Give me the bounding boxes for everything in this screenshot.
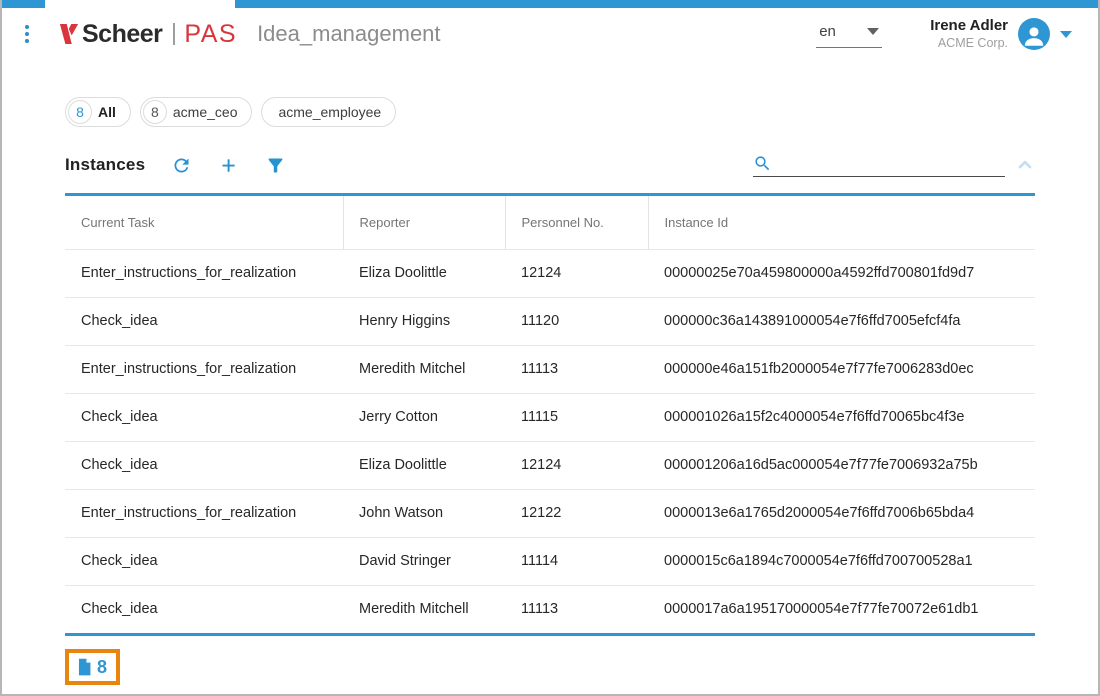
record-count-badge: 8 [65,649,120,685]
chip-acme-ceo[interactable]: 8 acme_ceo [140,97,253,127]
cell-instance-id: 0000015c6a1894c7000054e7f6ffd700700528a1 [648,537,1035,585]
language-value: en [819,23,836,40]
table-row[interactable]: Check_idea Henry Higgins 11120 000000c36… [65,297,1035,345]
app-window: Scheer PAS Idea_management en Irene Adle… [0,0,1100,696]
user-menu[interactable]: Irene Adler ACME Corp. [930,17,1072,51]
instances-table: Current Task Reporter Personnel No. Inst… [65,193,1035,636]
cell-reporter: Jerry Cotton [343,393,505,441]
chevron-down-icon[interactable] [1060,31,1072,38]
chevron-up-icon[interactable] [1015,155,1035,175]
chip-label: acme_ceo [173,104,238,120]
brand-name: Scheer [82,20,162,49]
chip-count-badge: 8 [68,100,92,124]
top-accent-stripe [2,0,1098,8]
kebab-menu-icon[interactable] [25,25,29,43]
cell-reporter: Meredith Mitchell [343,585,505,633]
cell-reporter: David Stringer [343,537,505,585]
cell-instance-id: 000001206a16d5ac000054e7f77fe7006932a75b [648,441,1035,489]
scheer-logo-mark-icon [59,23,79,45]
cell-reporter: Eliza Doolittle [343,249,505,297]
filter-chips-row: 8 All 8 acme_ceo acme_employee [65,97,1035,127]
cell-personnel-no: 11120 [505,297,648,345]
cell-instance-id: 0000013e6a1765d2000054e7f6ffd7006b65bda4 [648,489,1035,537]
chevron-down-icon [867,28,879,35]
cell-instance-id: 000000e46a151fb2000054e7f77fe7006283d0ec [648,345,1035,393]
cell-reporter: John Watson [343,489,505,537]
user-name: Irene Adler [930,17,1008,36]
cell-personnel-no: 11115 [505,393,648,441]
stripe-logo-notch [45,0,235,8]
cell-instance-id: 000000c36a143891000054e7f6ffd7005efcf4fa [648,297,1035,345]
cell-current-task: Check_idea [65,297,343,345]
instances-toolbar: Instances [65,145,1035,185]
app-header: Scheer PAS Idea_management en Irene Adle… [2,8,1098,60]
search-input[interactable] [778,156,1005,173]
column-header-reporter[interactable]: Reporter [343,196,505,249]
table-row[interactable]: Enter_instructions_for_realization Mered… [65,345,1035,393]
cell-personnel-no: 12124 [505,441,648,489]
column-header-current-task[interactable]: Current Task [65,196,343,249]
refresh-icon[interactable] [171,155,192,176]
language-select[interactable]: en [816,21,882,48]
brand-logo: Scheer PAS [59,20,237,49]
cell-instance-id: 0000017a6a195170000054e7f77fe70072e61db1 [648,585,1035,633]
cell-reporter: Meredith Mitchel [343,345,505,393]
cell-personnel-no: 11113 [505,345,648,393]
chip-all[interactable]: 8 All [65,97,131,127]
brand-divider [173,23,175,45]
cell-reporter: Henry Higgins [343,297,505,345]
cell-current-task: Enter_instructions_for_realization [65,345,343,393]
cell-personnel-no: 11114 [505,537,648,585]
cell-reporter: Eliza Doolittle [343,441,505,489]
chip-label: All [98,104,116,120]
table-header-row: Current Task Reporter Personnel No. Inst… [65,196,1035,249]
stripe-left [2,0,45,8]
section-title: Instances [65,155,145,175]
cell-current-task: Enter_instructions_for_realization [65,249,343,297]
table-row[interactable]: Check_idea David Stringer 11114 0000015c… [65,537,1035,585]
user-organization: ACME Corp. [930,36,1008,52]
cell-instance-id: 000001026a15f2c4000054e7f6ffd70065bc4f3e [648,393,1035,441]
record-count: 8 [97,657,107,678]
chip-count-badge: 8 [143,100,167,124]
search-icon [753,154,772,173]
column-header-personnel-no[interactable]: Personnel No. [505,196,648,249]
stripe-right [235,0,1098,8]
page-title: Idea_management [257,21,440,47]
cell-personnel-no: 12122 [505,489,648,537]
cell-current-task: Check_idea [65,537,343,585]
filter-icon[interactable] [265,155,286,176]
table-row[interactable]: Check_idea Jerry Cotton 11115 000001026a… [65,393,1035,441]
add-icon[interactable] [218,155,239,176]
table-row[interactable]: Enter_instructions_for_realization John … [65,489,1035,537]
column-header-instance-id[interactable]: Instance Id [648,196,1035,249]
table-row[interactable]: Check_idea Meredith Mitchell 11113 00000… [65,585,1035,633]
cell-personnel-no: 12124 [505,249,648,297]
cell-instance-id: 00000025e70a459800000a4592ffd700801fd9d7 [648,249,1035,297]
main-content: 8 All 8 acme_ceo acme_employee Instances [2,97,1098,685]
user-avatar-icon[interactable] [1018,18,1050,50]
search-field[interactable] [753,154,1005,177]
chip-label: acme_employee [278,104,381,120]
document-icon [75,656,94,678]
chip-acme-employee[interactable]: acme_employee [261,97,396,127]
cell-current-task: Enter_instructions_for_realization [65,489,343,537]
cell-personnel-no: 11113 [505,585,648,633]
cell-current-task: Check_idea [65,441,343,489]
cell-current-task: Check_idea [65,393,343,441]
table-row[interactable]: Enter_instructions_for_realization Eliza… [65,249,1035,297]
brand-product: PAS [184,20,237,49]
table-row[interactable]: Check_idea Eliza Doolittle 12124 0000012… [65,441,1035,489]
cell-current-task: Check_idea [65,585,343,633]
